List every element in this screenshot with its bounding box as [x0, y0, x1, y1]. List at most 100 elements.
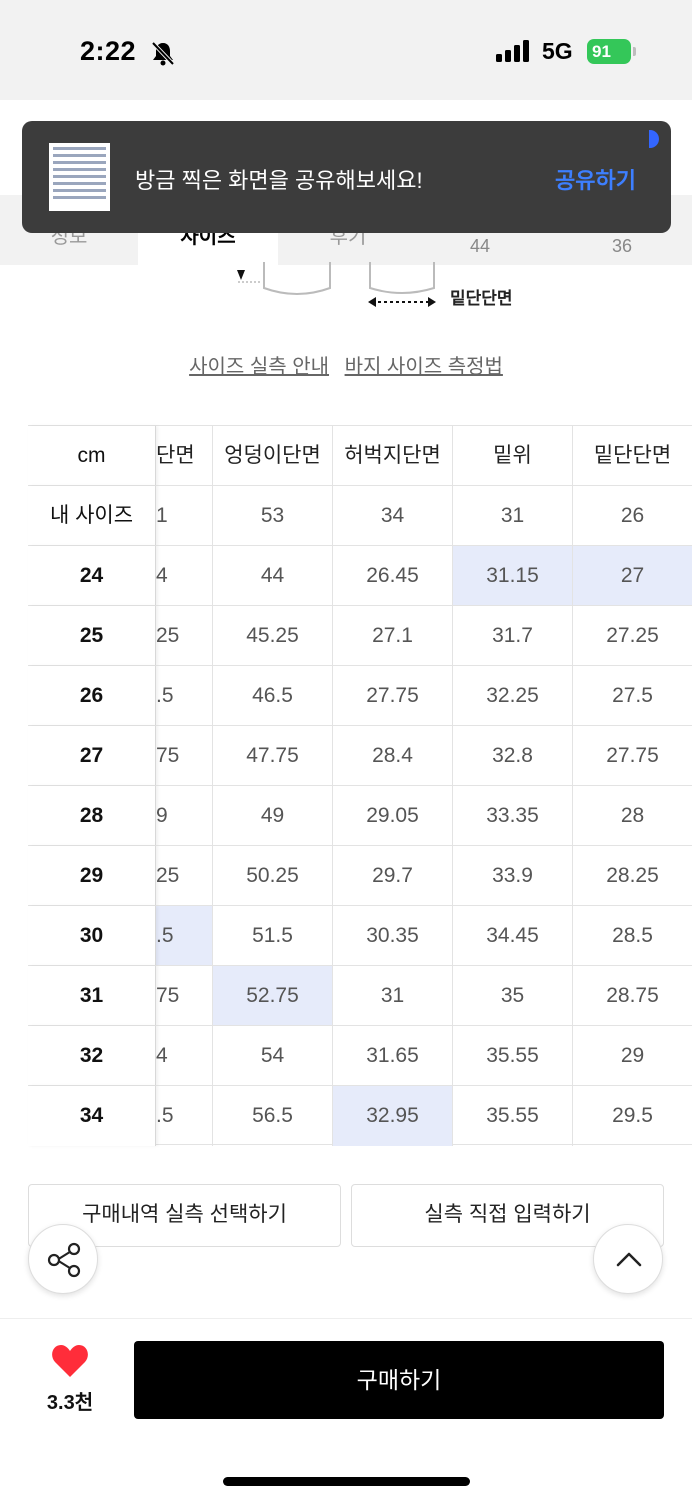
table-cell: 50.25 — [213, 846, 333, 906]
unit-header: cm — [28, 426, 156, 486]
size-guide-link[interactable]: 사이즈 실측 안내 — [189, 356, 329, 378]
status-time: 2:22 — [80, 36, 137, 66]
table-cell-highlighted: 27 — [573, 546, 692, 606]
table-cell: 28.25 — [606, 864, 659, 887]
table-row: .5 56.5 32.95 35.55 29.5 34 — [28, 1085, 692, 1146]
table-cell: 31.65 — [333, 1026, 453, 1086]
table-cell: 26.45 — [333, 546, 453, 606]
table-cell: 45.25 — [213, 606, 333, 666]
table-cell: 33.35 — [453, 786, 573, 846]
share-button[interactable] — [28, 1224, 98, 1294]
table-cell: 51.5 — [213, 906, 333, 966]
table-row: 75 47.75 28.4 32.8 27.75 27 — [28, 725, 692, 786]
table-cell: 54 — [213, 1026, 333, 1086]
table-cell-highlighted: .5 — [156, 906, 213, 966]
table-cell-highlighted: 31.15 — [453, 546, 573, 606]
table-cell: 9 — [156, 786, 213, 846]
table-cell: 28.5 — [612, 924, 653, 947]
table-cell: 27.75 — [333, 666, 453, 726]
table-cell: 29.05 — [333, 786, 453, 846]
table-cell: 25 — [156, 846, 213, 906]
table-cell: 27.25 — [606, 624, 659, 647]
table-cell: 26 — [620, 504, 645, 527]
heart-icon[interactable] — [50, 1343, 90, 1379]
table-cell: .5 — [156, 666, 213, 726]
status-bar: 2:22 5G 91 — [0, 0, 692, 100]
buy-button[interactable]: 구매하기 — [134, 1341, 664, 1419]
table-cell: 1 — [156, 486, 213, 546]
size-label: 29 — [28, 846, 156, 906]
size-label: 26 — [28, 666, 156, 726]
screenshot-thumbnail[interactable] — [49, 143, 110, 211]
chevron-up-icon — [616, 1252, 642, 1267]
bell-muted-icon — [151, 41, 175, 66]
table-row: 25 50.25 29.7 33.9 28.25 29 — [28, 845, 692, 906]
table-cell: 4 — [156, 546, 213, 606]
diagram-label: 밑단단면 — [450, 289, 513, 308]
toast-message: 방금 찍은 화면을 공유해보세요! — [135, 168, 423, 193]
share-icon — [47, 1242, 81, 1278]
table-cell: 28.4 — [333, 726, 453, 786]
table-cell: 56.5 — [213, 1086, 333, 1146]
network-type: 5G — [542, 38, 573, 64]
table-cell: 47.75 — [213, 726, 333, 786]
table-cell: 32.8 — [453, 726, 573, 786]
table-cell: 28.75 — [606, 984, 659, 1007]
table-row: 25 45.25 27.1 31.7 27.25 25 — [28, 605, 692, 666]
table-cell: 28 — [620, 804, 645, 827]
table-row: 4 44 26.45 31.15 27 24 — [28, 545, 692, 606]
table-cell: 27.5 — [612, 684, 653, 707]
column-header: 단면 — [156, 426, 213, 486]
table-cell: 53 — [213, 486, 333, 546]
table-cell: 30.35 — [333, 906, 453, 966]
tab-value: 44 — [470, 236, 491, 256]
size-label: 28 — [28, 786, 156, 846]
size-table[interactable]: 단면 엉덩이단면 허벅지단면 밑위 밑단단면 cm 1 53 34 31 26 … — [28, 425, 692, 1146]
table-cell: 4 — [156, 1026, 213, 1086]
my-size-row: 1 53 34 31 26 내 사이즈 — [28, 485, 692, 546]
table-cell: 34.45 — [453, 906, 573, 966]
table-cell: 25 — [156, 606, 213, 666]
battery-icon: 91 — [587, 39, 631, 64]
table-header-row: 단면 엉덩이단면 허벅지단면 밑위 밑단단면 cm — [28, 425, 692, 486]
size-label: 34 — [28, 1086, 156, 1146]
table-cell: 27.75 — [606, 744, 659, 767]
table-cell: .5 — [156, 1086, 213, 1146]
table-cell: 29 — [620, 1044, 645, 1067]
table-cell: 29.5 — [612, 1104, 653, 1127]
my-size-label: 내 사이즈 — [28, 486, 156, 546]
table-row: .5 51.5 30.35 34.45 28.5 30 — [28, 905, 692, 966]
toast-share-button[interactable]: 공유하기 — [555, 163, 636, 195]
table-row: 9 49 29.05 33.35 28 28 — [28, 785, 692, 846]
table-cell-highlighted: 32.95 — [333, 1086, 453, 1146]
table-cell: 35.55 — [453, 1086, 573, 1146]
size-label: 25 — [28, 606, 156, 666]
size-label: 32 — [28, 1026, 156, 1086]
share-toast: 방금 찍은 화면을 공유해보세요! 공유하기 — [22, 121, 671, 233]
table-cell: 75 — [156, 726, 213, 786]
column-header: 밑위 — [453, 426, 573, 486]
battery-tip — [633, 47, 636, 56]
table-cell: 35 — [453, 966, 573, 1026]
table-row: .5 46.5 27.75 32.25 27.5 26 — [28, 665, 692, 726]
table-cell: 33.9 — [453, 846, 573, 906]
table-cell: 27.1 — [333, 606, 453, 666]
size-label: 30 — [28, 906, 156, 966]
size-label: 27 — [28, 726, 156, 786]
table-cell: 32.25 — [453, 666, 573, 726]
table-cell: 49 — [213, 786, 333, 846]
measure-guide-link[interactable]: 바지 사이즈 측정법 — [345, 356, 503, 378]
table-cell: 35.55 — [453, 1026, 573, 1086]
table-cell: 46.5 — [213, 666, 333, 726]
table-row: 75 52.75 31 35 28.75 31 — [28, 965, 692, 1026]
table-cell: 31 — [333, 966, 453, 1026]
like-count: 3.3천 — [46, 1392, 94, 1414]
signal-icon — [496, 40, 529, 62]
table-cell: 44 — [213, 546, 333, 606]
table-cell-highlighted: 52.75 — [213, 966, 333, 1026]
column-header: 엉덩이단면 — [213, 426, 333, 486]
battery-level: 91 — [592, 42, 611, 61]
home-indicator — [223, 1477, 470, 1486]
size-label: 31 — [28, 966, 156, 1026]
scroll-top-button[interactable] — [593, 1224, 663, 1294]
